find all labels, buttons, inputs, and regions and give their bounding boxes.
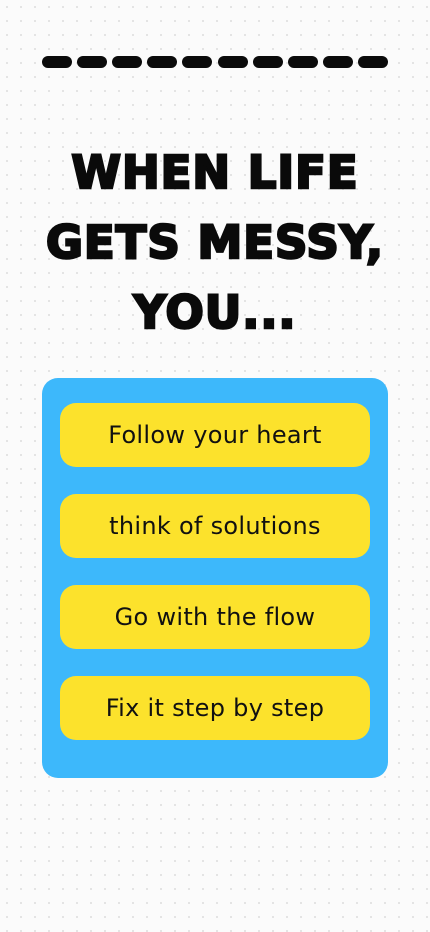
option-label: Follow your heart <box>108 421 322 449</box>
option-fix-it-step-by-step-button[interactable]: Fix it step by step <box>60 676 370 740</box>
option-follow-your-heart-button[interactable]: Follow your heart <box>60 403 370 467</box>
option-label: Fix it step by step <box>105 694 325 722</box>
progress-step <box>42 56 72 68</box>
progress-step <box>322 56 353 68</box>
question-line: WHEN LIFE <box>70 145 359 201</box>
option-label: Go with the flow <box>114 603 316 631</box>
options-panel: Follow your heart think of solutions Go … <box>42 378 388 778</box>
option-label: think of solutions <box>109 512 321 540</box>
question-line: GETS MESSY, <box>45 215 385 271</box>
option-go-with-the-flow-button[interactable]: Go with the flow <box>60 585 370 649</box>
progress-step <box>182 56 213 68</box>
progress-indicator <box>42 56 388 68</box>
progress-step <box>147 56 178 68</box>
quiz-screen: WHEN LIFE GETS MESSY, YOU... Follow your… <box>0 0 430 932</box>
progress-step <box>252 56 283 68</box>
option-think-of-solutions-button[interactable]: think of solutions <box>60 494 370 558</box>
progress-step <box>287 56 318 68</box>
progress-step <box>357 56 388 68</box>
progress-step <box>112 56 143 68</box>
progress-step <box>77 56 108 68</box>
progress-step <box>217 56 248 68</box>
question-line: YOU... <box>132 285 297 341</box>
question-title: WHEN LIFE GETS MESSY, YOU... <box>0 138 430 348</box>
